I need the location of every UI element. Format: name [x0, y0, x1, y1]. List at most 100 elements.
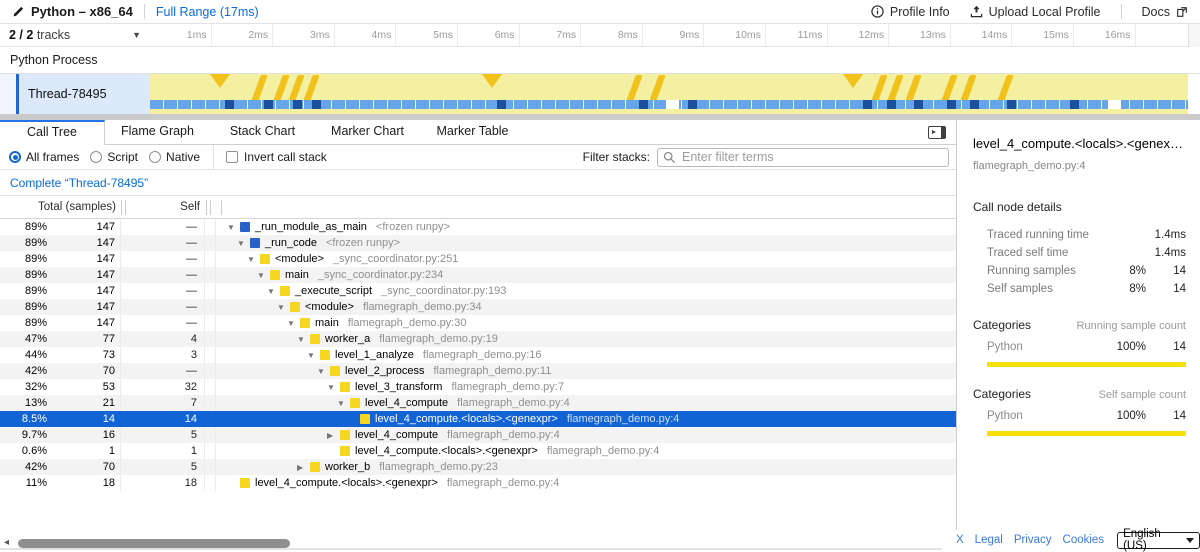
collapse-expander-icon[interactable]: ▼	[257, 271, 270, 280]
collapse-expander-icon[interactable]: ▼	[297, 335, 310, 344]
total-samples: 147	[52, 253, 120, 265]
call-tree-row[interactable]: 89%147—▼<module>flamegraph_demo.py:34	[0, 299, 956, 315]
total-samples: 70	[52, 461, 120, 473]
function-name: level_4_compute.<locals>.<genexpr>	[375, 413, 558, 425]
scroll-left-arrow-icon[interactable]: ◂	[4, 537, 9, 548]
collapse-expander-icon[interactable]: ▼	[327, 383, 340, 392]
breadcrumb-bar: Complete “Thread-78495”	[0, 170, 956, 196]
collapse-expander-icon[interactable]: ▼	[317, 367, 330, 376]
marker-glyph-triangle[interactable]	[210, 74, 230, 88]
marker-glyph-slash[interactable]	[288, 75, 304, 101]
expand-expander-icon[interactable]: ▶	[297, 463, 310, 472]
radio-script-label[interactable]: Script	[107, 150, 138, 164]
marker-glyph-slash[interactable]	[871, 75, 887, 101]
sidebar-toggle-icon[interactable]	[928, 126, 946, 139]
call-tree-row[interactable]: 89%147—▼<module>_sync_coordinator.py:251	[0, 251, 956, 267]
call-tree-row[interactable]: 44%733▼level_1_analyzeflamegraph_demo.py…	[0, 347, 956, 363]
privacy-link[interactable]: Privacy	[1014, 534, 1052, 546]
detail-label: Self samples	[973, 283, 1053, 295]
tab-marker-table[interactable]: Marker Table	[420, 120, 525, 145]
call-tree-row[interactable]: 89%147—▼main_sync_coordinator.py:234	[0, 267, 956, 283]
marker-glyph-slash[interactable]	[905, 75, 921, 101]
collapse-expander-icon[interactable]: ▼	[277, 303, 290, 312]
tracks-dropdown[interactable]: 2 / 2 tracks ▼	[0, 24, 150, 46]
call-tree-row[interactable]: 89%147—▼_run_code<frozen runpy>	[0, 235, 956, 251]
marker-glyph-slash[interactable]	[941, 75, 957, 101]
breadcrumb[interactable]: Complete “Thread-78495”	[10, 176, 148, 190]
radio-native[interactable]	[149, 151, 161, 163]
tab-call-tree[interactable]: Call Tree	[0, 120, 105, 145]
category-percent: 100%	[1102, 410, 1146, 422]
call-tree-row[interactable]: 89%147—▼_run_module_as_main<frozen runpy…	[0, 219, 956, 235]
category-strip-cell	[205, 251, 216, 267]
call-tree-row[interactable]: 13%217▼level_4_computeflamegraph_demo.py…	[0, 395, 956, 411]
legal-link[interactable]: Legal	[975, 534, 1003, 546]
marker-glyph-triangle[interactable]	[843, 74, 863, 88]
call-tree-row[interactable]: 89%147—▼_execute_script_sync_coordinator…	[0, 283, 956, 299]
profile-info-button[interactable]: Profile Info	[871, 5, 950, 19]
call-tree-row[interactable]: 8.5%1414level_4_compute.<locals>.<genexp…	[0, 411, 956, 427]
invert-call-stack-label[interactable]: Invert call stack	[244, 150, 327, 164]
self-samples: 5	[121, 427, 205, 443]
call-tree-row[interactable]: 89%147—▼mainflamegraph_demo.py:30	[0, 315, 956, 331]
marker-glyph-slash[interactable]	[626, 75, 642, 101]
radio-all-frames-label[interactable]: All frames	[26, 150, 79, 164]
thread-track-label[interactable]: Thread-78495	[19, 74, 150, 114]
call-tree-row[interactable]: 11%1818level_4_compute.<locals>.<genexpr…	[0, 475, 956, 491]
total-samples: 147	[52, 221, 120, 233]
call-tree-row[interactable]: 9.7%165▶level_4_computeflamegraph_demo.p…	[0, 427, 956, 443]
upload-profile-button[interactable]: Upload Local Profile	[970, 5, 1101, 19]
marker-glyph-slash[interactable]	[303, 75, 319, 101]
radio-script[interactable]	[90, 151, 102, 163]
edit-pencil-icon[interactable]	[12, 6, 24, 18]
full-range-link[interactable]: Full Range (17ms)	[156, 5, 259, 19]
expand-expander-icon[interactable]: ▶	[327, 431, 340, 440]
category-strip-cell	[205, 315, 216, 331]
marker-glyph-slash[interactable]	[251, 75, 267, 101]
tab-flame-graph[interactable]: Flame Graph	[105, 120, 210, 145]
radio-all-frames[interactable]	[9, 151, 21, 163]
call-tree-row[interactable]: 32%5332▼level_3_transformflamegraph_demo…	[0, 379, 956, 395]
thread-activity-graph[interactable]	[150, 74, 1188, 114]
collapse-expander-icon[interactable]: ▼	[237, 239, 250, 248]
filter-stacks-input[interactable]	[657, 148, 949, 167]
marker-glyph-slash[interactable]	[649, 75, 665, 101]
invert-call-stack-checkbox[interactable]	[226, 151, 238, 163]
source-location: flamegraph_demo.py:4	[567, 413, 680, 425]
collapse-expander-icon[interactable]: ▼	[307, 351, 320, 360]
x-social-link[interactable]: X	[956, 534, 964, 546]
call-tree-row[interactable]: 42%70—▼level_2_processflamegraph_demo.py…	[0, 363, 956, 379]
thread-track[interactable]: Thread-78495	[0, 74, 1200, 114]
categories-subheading: Self sample count	[1099, 389, 1186, 401]
call-tree-row[interactable]: 42%705▶worker_bflamegraph_demo.py:23	[0, 459, 956, 475]
cookies-link[interactable]: Cookies	[1063, 534, 1105, 546]
tab-marker-chart[interactable]: Marker Chart	[315, 120, 420, 145]
marker-glyph-triangle[interactable]	[482, 74, 502, 88]
call-tree-row[interactable]: 0.6%11level_4_compute.<locals>.<genexpr>…	[0, 443, 956, 459]
collapse-expander-icon[interactable]: ▼	[267, 287, 280, 296]
samples-strip[interactable]	[150, 100, 1188, 109]
category-color-icon	[280, 286, 290, 296]
category-strip-cell	[205, 299, 216, 315]
language-select[interactable]: English (US)	[1117, 532, 1200, 549]
docs-link[interactable]: Docs	[1142, 5, 1188, 19]
collapse-expander-icon[interactable]: ▼	[227, 223, 240, 232]
collapse-expander-icon[interactable]: ▼	[337, 399, 350, 408]
collapse-expander-icon[interactable]: ▼	[247, 255, 260, 264]
call-tree-row[interactable]: 47%774▼worker_aflamegraph_demo.py:19	[0, 331, 956, 347]
column-header-total[interactable]: Total (samples)	[0, 201, 121, 213]
marker-glyph-slash[interactable]	[887, 75, 903, 101]
marker-glyph-slash[interactable]	[273, 75, 289, 101]
collapse-expander-icon[interactable]: ▼	[287, 319, 300, 328]
radio-native-label[interactable]: Native	[166, 150, 200, 164]
sample-dark-segment	[947, 100, 956, 109]
function-name: <module>	[275, 253, 324, 265]
process-track-header[interactable]: Python Process	[0, 47, 1200, 74]
category-color-icon	[250, 238, 260, 248]
total-samples: 147	[52, 269, 120, 281]
column-header-self[interactable]: Self	[126, 201, 206, 213]
scrollbar-thumb[interactable]	[18, 539, 290, 548]
marker-glyph-slash[interactable]	[960, 75, 976, 101]
marker-glyph-slash[interactable]	[997, 75, 1013, 101]
tab-stack-chart[interactable]: Stack Chart	[210, 120, 315, 145]
